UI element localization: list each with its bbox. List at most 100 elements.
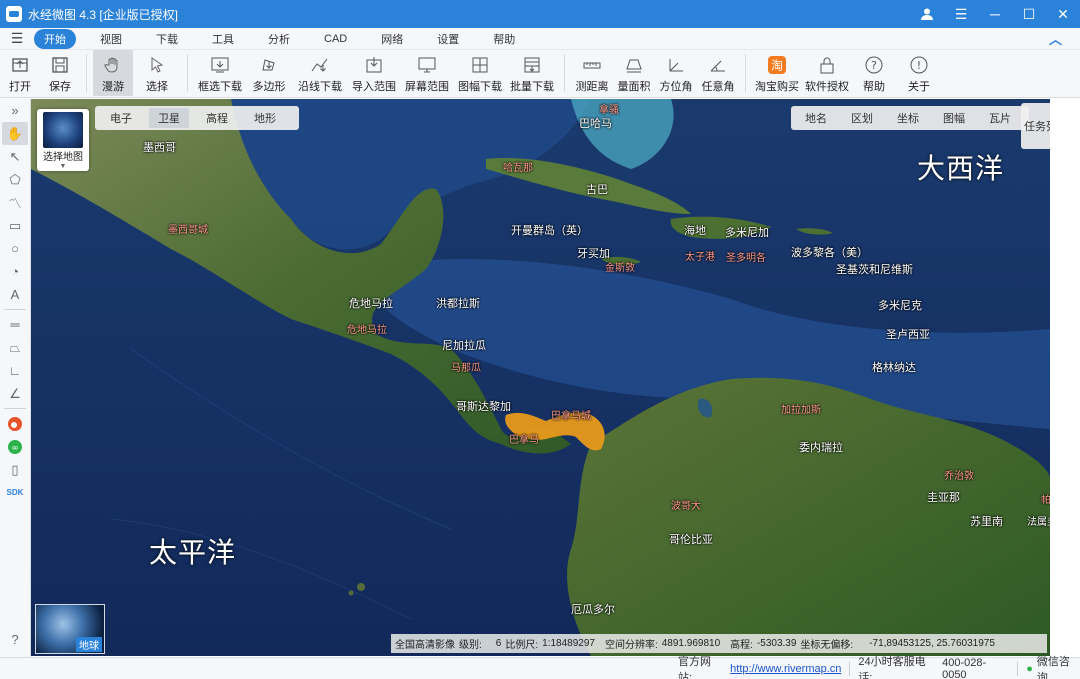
place-guyana: 圭亚那 [927, 492, 960, 504]
globe-overview[interactable]: 地球 [35, 604, 105, 654]
batch-icon [521, 54, 543, 76]
link-icon[interactable]: ∞ [2, 435, 28, 458]
status-elevation-label: 高程: [730, 640, 753, 651]
menu-download[interactable]: 下载 [146, 29, 188, 49]
box-download-icon [209, 54, 231, 76]
map-source-selector[interactable]: 选择地图 ▼ [37, 109, 89, 171]
polygon-tool-icon[interactable]: ⬠ [2, 168, 28, 191]
measure-distance-button[interactable]: 测距离 [571, 50, 613, 96]
map-type-vector[interactable]: 电子 [101, 108, 141, 128]
footer-divider [1017, 661, 1019, 676]
place-mexicocity: 墨西哥城 [168, 225, 208, 236]
map-view[interactable]: 巴哈马 拿骚 墨西哥 哈瓦那 古巴 开曼群岛（英） 海地 多米尼加 牙买加 金斯… [31, 99, 1050, 656]
pan-button[interactable]: 漫游 [93, 50, 133, 96]
menu-settings[interactable]: 设置 [427, 29, 469, 49]
status-scale: 1:18489297 [542, 638, 595, 649]
place-mexico: 墨西哥 [143, 142, 176, 154]
place-caracas: 加拉加斯 [781, 405, 821, 416]
layer-tiles[interactable]: 瓦片 [979, 108, 1021, 128]
open-button[interactable]: 打开 [0, 50, 40, 96]
select-button[interactable]: 选择 [133, 50, 181, 96]
box-download-button[interactable]: 框选下载 [194, 50, 246, 96]
pointer-tool-icon[interactable]: ↖ [2, 145, 28, 168]
line-tool-icon[interactable]: 〽 [2, 191, 28, 214]
circle-tool-icon[interactable]: ○ [2, 237, 28, 260]
close-icon[interactable]: ✕ [1046, 0, 1080, 28]
layer-sheets[interactable]: 图幅 [933, 108, 975, 128]
menu-help[interactable]: 帮助 [483, 29, 525, 49]
screen-extent-button[interactable]: 屏幕范围 [400, 50, 454, 96]
menu-analysis[interactable]: 分析 [258, 29, 300, 49]
menu-network[interactable]: 网络 [371, 29, 413, 49]
measure-tool-icon[interactable]: ═ [2, 313, 28, 336]
sheet-download-button[interactable]: 图幅下载 [454, 50, 506, 96]
footer-wechat[interactable]: 微信咨询 [1037, 653, 1080, 679]
arbitrary-angle-button[interactable]: 任意角 [697, 50, 739, 96]
hand-icon [102, 54, 124, 76]
wechat-icon: ● [1026, 662, 1033, 675]
layer-coordinates[interactable]: 坐标 [887, 108, 929, 128]
map-type-elevation[interactable]: 高程 [197, 108, 237, 128]
mobile-icon[interactable]: ▯ [2, 458, 28, 481]
user-icon[interactable] [910, 0, 944, 28]
place-nicaragua: 尼加拉瓜 [442, 340, 486, 352]
window-controls: ☰ ─ ☐ ✕ [910, 0, 1080, 28]
grid-icon [469, 54, 491, 76]
status-level: 6 [495, 638, 502, 649]
svg-text:∞: ∞ [11, 443, 19, 453]
polygon-icon [258, 54, 280, 76]
map-type-terrain[interactable]: 地形 [245, 108, 285, 128]
arc-tool-icon[interactable]: ◔ [2, 260, 28, 283]
maximize-icon[interactable]: ☐ [1012, 0, 1046, 28]
hamburger-icon[interactable]: ☰ [0, 30, 34, 47]
toolbar-divider [86, 54, 87, 92]
taobao-button[interactable]: 淘 淘宝购买 [752, 50, 802, 96]
expand-icon[interactable]: » [2, 99, 28, 122]
batch-download-button[interactable]: 批量下载 [506, 50, 558, 96]
minimize-icon[interactable]: ─ [978, 0, 1012, 28]
about-button[interactable]: ! 关于 [896, 50, 942, 96]
place-panama: 巴拿马 [509, 435, 539, 446]
azimuth-button[interactable]: 方位角 [655, 50, 697, 96]
place-suriname: 苏里南 [970, 516, 1003, 528]
measure-area-button[interactable]: 量面积 [613, 50, 655, 96]
help-button[interactable]: ? 帮助 [852, 50, 896, 96]
layer-toggles: 地名 区划 坐标 图幅 瓦片 [791, 106, 1029, 130]
map-type-satellite[interactable]: 卫星 [149, 108, 189, 128]
collapse-ribbon-icon[interactable]: ︿ [1049, 29, 1062, 48]
menu-view[interactable]: 视图 [90, 29, 132, 49]
angle-tool-icon[interactable]: ∠ [2, 382, 28, 405]
sdk-icon[interactable]: SDK [2, 481, 28, 504]
task-list-button[interactable]: 任务列表 [1021, 103, 1050, 149]
map-type-tabs: 电子 卫星 高程 地形 [95, 106, 299, 130]
layer-placenames[interactable]: 地名 [795, 108, 837, 128]
import-icon [363, 54, 385, 76]
footer-site-link[interactable]: http://www.rivermap.cn [730, 663, 841, 675]
weibo-icon[interactable] [2, 412, 28, 435]
left-toolbar: » ✋ ↖ ⬠ 〽 ▭ ○ ◔ A ═ ⏢ ∟ ∠ ∞ ▯ SDK ? [0, 99, 31, 657]
menu-icon[interactable]: ☰ [944, 0, 978, 28]
angle-icon [707, 54, 729, 76]
area-icon [623, 54, 645, 76]
import-extent-button[interactable]: 导入范围 [348, 50, 400, 96]
area-tool-icon[interactable]: ⏢ [2, 336, 28, 359]
help-circle-icon[interactable]: ? [2, 628, 28, 651]
hand-tool-icon[interactable]: ✋ [2, 122, 28, 145]
help-icon: ? [863, 54, 885, 76]
menu-cad[interactable]: CAD [314, 31, 357, 47]
menu-bar: ☰ 开始 视图 下载 工具 分析 CAD 网络 设置 帮助 ︿ [0, 28, 1080, 50]
polygon-button[interactable]: 多边形 [246, 50, 292, 96]
place-honduras: 洪都拉斯 [436, 298, 480, 310]
place-ecuador: 厄瓜多尔 [571, 604, 615, 616]
menu-start[interactable]: 开始 [34, 28, 76, 49]
line-download-button[interactable]: 沿线下载 [292, 50, 348, 96]
license-button[interactable]: 软件授权 [802, 50, 852, 96]
status-elevation: -5303.39 [756, 638, 797, 649]
place-dominican: 多米尼加 [725, 227, 769, 239]
save-button[interactable]: 保存 [40, 50, 80, 96]
rectangle-tool-icon[interactable]: ▭ [2, 214, 28, 237]
text-tool-icon[interactable]: A [2, 283, 28, 306]
menu-tools[interactable]: 工具 [202, 29, 244, 49]
layer-divisions[interactable]: 区划 [841, 108, 883, 128]
azimuth-tool-icon[interactable]: ∟ [2, 359, 28, 382]
